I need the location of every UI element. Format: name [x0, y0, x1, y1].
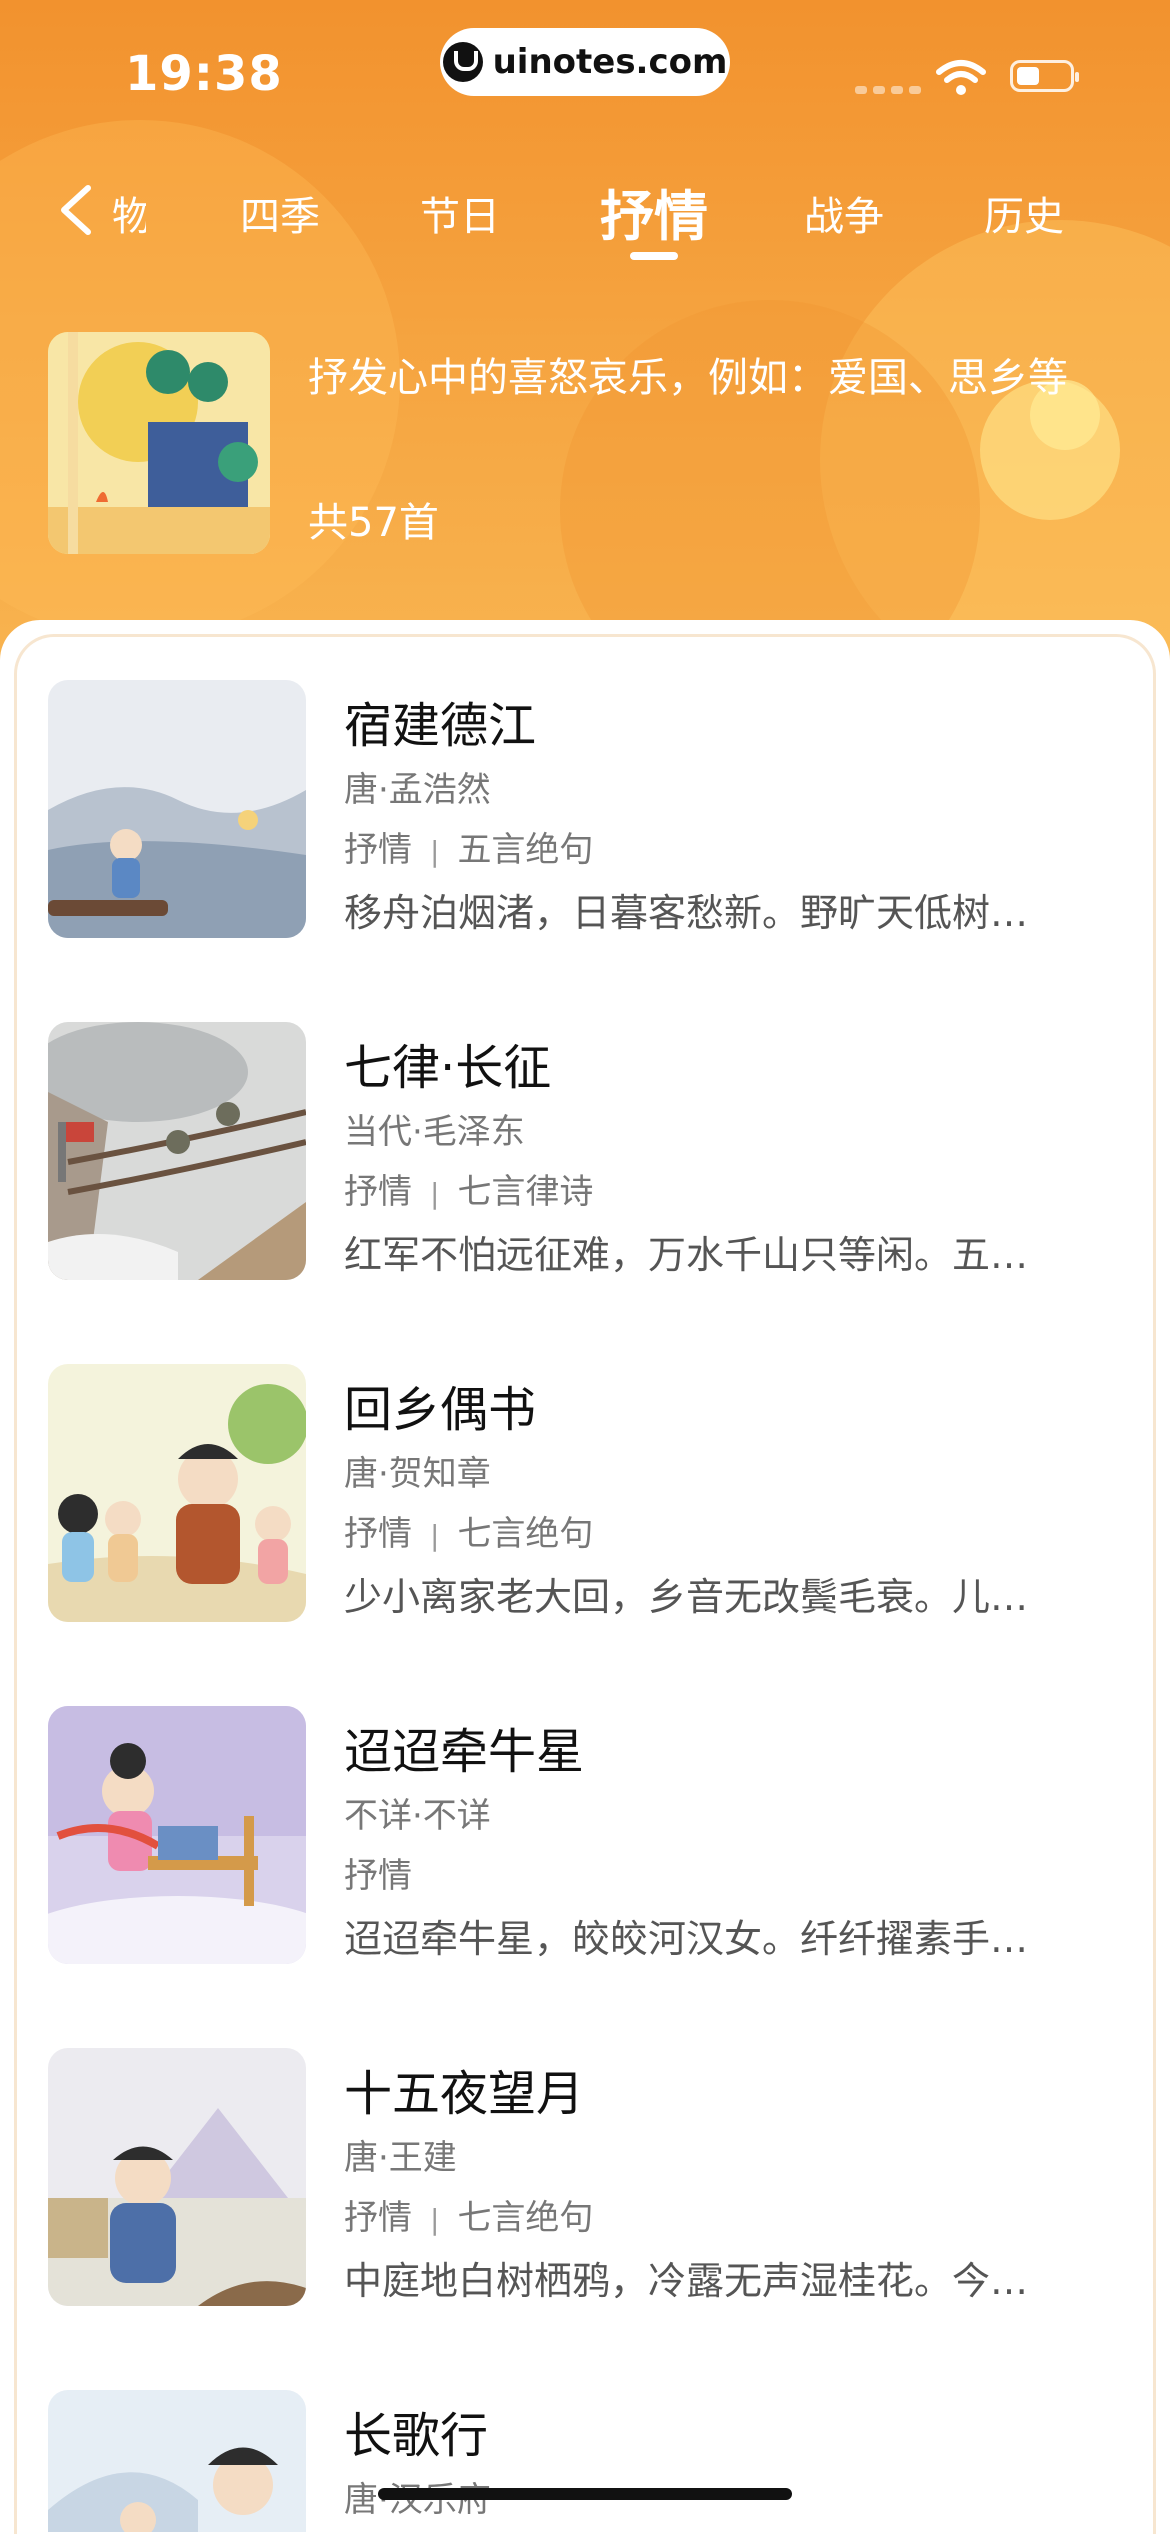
tag-separator: | [430, 1177, 440, 1210]
poem-illustration [48, 680, 306, 938]
poem-illustration [48, 2048, 306, 2306]
category-tabs: 物 四季 节日 抒情 战争 历史 [0, 160, 1170, 270]
watermark-badge: uinotes.com [440, 28, 730, 96]
tab-item[interactable]: 历史 [984, 184, 1064, 242]
status-bar: 19:38 uinotes.com [0, 0, 1170, 140]
poem-list-item[interactable]: 十五夜望月 唐·王建 抒情 | 七言绝句 中庭地白树栖鸦，冷露无声湿桂花。今… [48, 2048, 1128, 2308]
poem-title: 长歌行 [344, 2408, 489, 2464]
poem-author: 唐·王建 [344, 2138, 457, 2178]
poem-excerpt: 少小离家老大回，乡音无改鬓毛衰。儿… [344, 1575, 1029, 1619]
poem-list-item[interactable]: 宿建德江 唐·孟浩然 抒情 | 五言绝句 移舟泊烟渚，日暮客愁新。野旷天低树… [48, 680, 1128, 940]
poem-excerpt: 迢迢牵牛星，皎皎河汉女。纤纤擢素手… [344, 1917, 1029, 1961]
poem-excerpt: 移舟泊烟渚，日暮客愁新。野旷天低树… [344, 891, 1029, 935]
poem-illustration [48, 1706, 306, 1964]
poem-title: 宿建德江 [344, 698, 537, 754]
poem-author: 当代·毛泽东 [344, 1112, 525, 1152]
watermark-text: uinotes.com [492, 42, 728, 82]
poem-list-item[interactable]: 七律·长征 当代·毛泽东 抒情 | 七言律诗 红军不怕远征难，万水千山只等闲。五… [48, 1022, 1128, 1282]
poem-tags: 抒情 | 五言绝句 [344, 822, 593, 871]
poem-tag-form: 七言律诗 [457, 1172, 594, 1212]
poem-author: 唐·孟浩然 [344, 770, 491, 810]
poem-list-item[interactable]: 迢迢牵牛星 不详·不详 抒情 迢迢牵牛星，皎皎河汉女。纤纤擢素手… [48, 1706, 1128, 1966]
tab-item[interactable]: 节日 [420, 184, 500, 242]
status-time: 19:38 [125, 46, 283, 102]
poem-title: 迢迢牵牛星 [344, 1724, 585, 1780]
poem-list-item[interactable]: 回乡偶书 唐·贺知章 抒情 | 七言绝句 少小离家老大回，乡音无改鬓毛衰。儿… [48, 1364, 1128, 1624]
poem-tags: 抒情 | 七言律诗 [344, 1164, 593, 1213]
signal-icon [855, 86, 921, 94]
wifi-icon [936, 60, 986, 95]
tab-item-active[interactable]: 抒情 [600, 172, 708, 251]
poem-tags: 抒情 | 七言绝句 [344, 2190, 593, 2239]
battery-icon [1010, 60, 1079, 92]
active-tab-indicator [630, 252, 678, 260]
poem-tag-theme: 抒情 [344, 830, 412, 870]
tag-separator: | [430, 835, 440, 868]
poem-tag-form: 七言绝句 [457, 1514, 594, 1554]
category-poem-count: 共57首 [308, 500, 439, 546]
tab-item[interactable]: 四季 [240, 184, 320, 242]
poem-tag-theme: 抒情 [344, 1856, 412, 1896]
poem-author: 唐·贺知章 [344, 1454, 491, 1494]
poem-title: 七律·长征 [344, 1040, 552, 1096]
poem-illustration [48, 1364, 306, 1622]
tag-separator: | [430, 1519, 440, 1552]
poem-tags: 抒情 | 七言绝句 [344, 1506, 593, 1555]
category-cover-image [48, 332, 270, 554]
poem-title: 十五夜望月 [344, 2066, 585, 2122]
poem-tag-form: 七言绝句 [457, 2198, 594, 2238]
poem-tag-theme: 抒情 [344, 1514, 412, 1554]
poem-list-item[interactable]: 长歌行 唐·汉乐府 [48, 2390, 1128, 2532]
poem-tag-theme: 抒情 [344, 2198, 412, 2238]
home-indicator[interactable] [378, 2488, 792, 2500]
poem-tags: 抒情 [344, 1848, 412, 1897]
tag-separator: | [430, 2203, 440, 2236]
tab-item[interactable]: 物 [112, 184, 146, 242]
poem-tag-form: 五言绝句 [457, 830, 594, 870]
poem-excerpt: 红军不怕远征难，万水千山只等闲。五… [344, 1233, 1029, 1277]
poem-tag-theme: 抒情 [344, 1172, 412, 1212]
poem-title: 回乡偶书 [344, 1382, 537, 1438]
poem-illustration [48, 2390, 306, 2532]
watermark-logo-icon [442, 42, 483, 82]
category-description: 抒发心中的喜怒哀乐，例如：爱国、思乡等 [308, 355, 1068, 401]
poem-illustration [48, 1022, 306, 1280]
poem-excerpt: 中庭地白树栖鸦，冷露无声湿桂花。今… [344, 2259, 1029, 2303]
tab-item[interactable]: 战争 [804, 184, 884, 242]
poem-author: 不详·不详 [344, 1796, 491, 1836]
